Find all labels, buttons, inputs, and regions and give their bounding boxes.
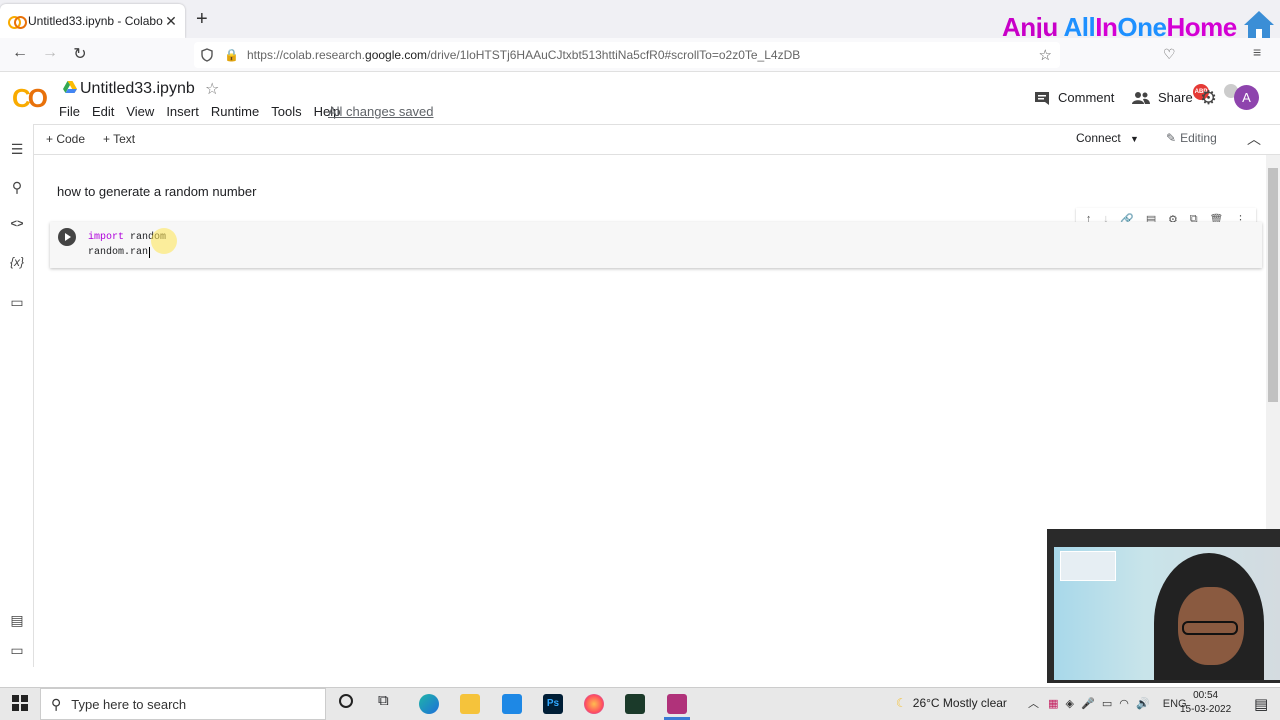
collapse-header-icon[interactable]: ︿ (1247, 129, 1261, 149)
taskbar-search-placeholder: Type here to search (71, 696, 187, 712)
file-explorer-icon[interactable] (460, 694, 480, 714)
weather-widget[interactable]: ☾ 26°C Mostly clear (896, 696, 1007, 710)
people-icon (1132, 91, 1150, 104)
code-snippets-icon[interactable]: <> (8, 218, 26, 230)
reload-icon[interactable]: ↻ (69, 44, 91, 64)
menu-edit[interactable]: Edit (92, 104, 114, 119)
notification-icon[interactable]: ▤ (1254, 695, 1268, 713)
menu-view[interactable]: View (126, 104, 154, 119)
chevron-down-icon: ▼ (1130, 134, 1139, 144)
code-editor[interactable]: import random random.ran (88, 228, 177, 260)
moon-icon: ☾ (896, 696, 907, 710)
firefox-icon[interactable] (584, 694, 604, 714)
bookmark-star-icon[interactable]: ☆ (1039, 46, 1052, 64)
code-cell[interactable]: import random random.ran (50, 222, 1262, 268)
share-button[interactable]: Share (1132, 90, 1193, 105)
drive-icon (63, 81, 77, 93)
system-tray: ︿ ▦ ◈ 🎤 ▭ ◠ 🔊 ENG (1028, 695, 1187, 711)
pocket-icon[interactable]: ♡ (1163, 46, 1176, 63)
url-text: https://colab.research.google.com/drive/… (246, 48, 801, 62)
star-icon[interactable]: ☆ (205, 79, 219, 99)
scrollbar-thumb[interactable] (1268, 168, 1278, 402)
tray-chevron-icon[interactable]: ︿ (1028, 698, 1039, 710)
colab-logo[interactable]: CO (12, 83, 48, 114)
text-cell[interactable]: how to generate a random number (57, 184, 256, 199)
avatar[interactable]: A (1234, 85, 1259, 110)
cortana-icon[interactable] (339, 694, 353, 708)
clock[interactable]: 00:54 15-03-2022 (1180, 689, 1231, 717)
save-status[interactable]: All changes saved (328, 104, 434, 119)
wifi-icon[interactable]: ◠ (1119, 698, 1129, 710)
shield-icon (201, 48, 213, 62)
address-bar[interactable]: 🔒 https://colab.research.google.com/driv… (194, 42, 1060, 68)
add-text-button[interactable]: + Text (103, 132, 135, 146)
taskbar-search[interactable]: ⚲ Type here to search (40, 688, 326, 720)
task-view-icon[interactable]: ⧉ (378, 692, 389, 709)
comment-label: Comment (1058, 90, 1115, 105)
left-sidebar: ☰ ⚲ <> {x} ▭ ▤ ▭ (0, 124, 34, 667)
menu-file[interactable]: File (59, 104, 80, 119)
tab-close-icon[interactable]: ✕ (163, 13, 179, 30)
house-logo-icon (1244, 11, 1274, 39)
windows-start-icon[interactable] (12, 695, 28, 711)
browser-nav-bar: ← → ↻ 🔒 https://colab.research.google.co… (0, 38, 1280, 100)
editing-mode-button[interactable]: ✎ Editing (1166, 131, 1217, 145)
search-icon: ⚲ (51, 695, 62, 712)
menu-tools[interactable]: Tools (271, 104, 301, 119)
mail-icon[interactable] (502, 694, 522, 714)
lock-icon: 🔒 (224, 48, 239, 62)
menu-insert[interactable]: Insert (166, 104, 199, 119)
run-cell-button[interactable] (58, 228, 76, 246)
cursor-highlight (151, 228, 177, 254)
comment-icon (1035, 91, 1049, 105)
new-tab-icon[interactable]: + (196, 8, 208, 31)
forward-icon[interactable]: → (39, 44, 61, 62)
command-palette-icon[interactable]: ▤ (8, 612, 26, 629)
menu-bar: File Edit View Insert Runtime Tools Help (59, 104, 352, 119)
text-cursor (149, 247, 151, 258)
variables-icon[interactable]: {x} (8, 255, 26, 269)
webcam-video (1054, 547, 1280, 680)
app-icon[interactable] (667, 694, 687, 714)
edge-icon[interactable] (419, 694, 439, 714)
terminal-icon[interactable]: ▭ (8, 642, 26, 659)
tray-app-icon[interactable]: ▦ (1048, 698, 1058, 710)
toc-icon[interactable]: ☰ (8, 141, 26, 158)
volume-icon[interactable]: 🔊 (1136, 698, 1150, 710)
menu-icon[interactable]: ≡ (1253, 44, 1261, 60)
tray-app-icon[interactable]: ◈ (1066, 698, 1074, 710)
pencil-icon: ✎ (1166, 131, 1177, 145)
battery-icon[interactable]: ▭ (1102, 698, 1112, 710)
connect-button[interactable]: Connect ▼ (1076, 131, 1139, 145)
share-label: Share (1158, 90, 1193, 105)
photoshop-icon[interactable]: Ps (543, 694, 563, 714)
comment-button[interactable]: Comment (1034, 90, 1114, 105)
tab-title: Untitled33.ipynb - Colaboratory (28, 14, 163, 28)
add-code-button[interactable]: + Code (46, 132, 85, 146)
notebook-title[interactable]: Untitled33.ipynb (80, 80, 195, 98)
search-icon[interactable]: ⚲ (8, 179, 26, 196)
microphone-icon[interactable]: 🎤 (1081, 698, 1095, 710)
folder-icon[interactable]: ▭ (8, 294, 26, 311)
back-icon[interactable]: ← (9, 44, 31, 62)
settings-gear-icon[interactable]: ⚙ (1200, 87, 1217, 110)
menu-runtime[interactable]: Runtime (211, 104, 259, 119)
colab-favicon-icon (8, 16, 27, 29)
browser-tab[interactable]: Untitled33.ipynb - Colaboratory ✕ (0, 4, 185, 38)
app-icon[interactable] (625, 694, 645, 714)
